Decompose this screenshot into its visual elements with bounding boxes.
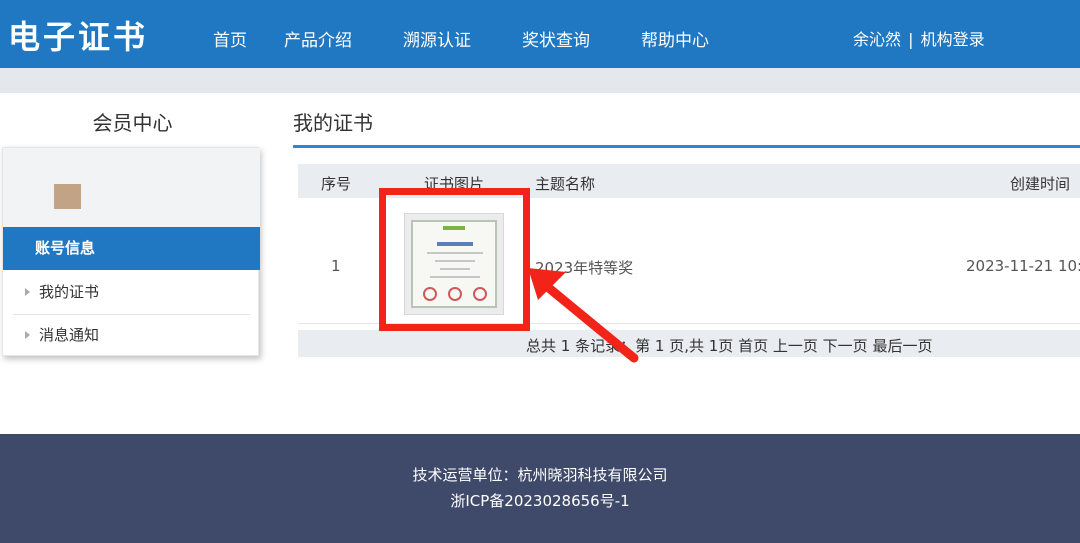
- user-name-link[interactable]: 余沁然: [853, 30, 901, 49]
- pager-prev-link[interactable]: 上一页: [773, 337, 818, 355]
- pager-next-link[interactable]: 下一页: [823, 337, 868, 355]
- user-area: 余沁然 | 机构登录: [853, 26, 985, 50]
- top-nav-bar: 电子证书 首页 产品介绍 溯源认证 奖状查询 帮助中心 余沁然 | 机构登录: [0, 0, 1080, 68]
- sidebar-title: 会员中心: [92, 111, 173, 135]
- nav-trace-auth[interactable]: 溯源认证: [403, 26, 471, 51]
- column-header-index: 序号: [321, 175, 352, 193]
- sidebar-item-notifications[interactable]: 消息通知: [3, 314, 260, 357]
- footer-operator: 技术运营单位：杭州晓羽科技有限公司: [412, 466, 668, 484]
- triangle-right-icon: [25, 288, 30, 296]
- row-index: 1: [331, 257, 341, 275]
- sidebar-panel: 账号信息 我的证书 消息通知: [2, 147, 260, 357]
- column-header-created: 创建时间: [1010, 175, 1071, 193]
- pagination-bar: 总共 1 条记录：第 1 页,共 1页 首页 上一页 下一页 最后一页: [298, 330, 1080, 357]
- sidebar-item-account-info[interactable]: 账号信息: [3, 227, 260, 270]
- page-title: 我的证书: [293, 111, 373, 135]
- nav-help-center[interactable]: 帮助中心: [641, 26, 709, 51]
- footer-icp-link[interactable]: 浙ICP备2023028656号-1: [0, 490, 1080, 511]
- title-underline: [293, 145, 1080, 148]
- nav-home[interactable]: 首页: [213, 26, 247, 51]
- sidebar-item-my-certificates[interactable]: 我的证书: [3, 271, 260, 314]
- column-header-topic: 主题名称: [535, 175, 596, 193]
- pager-first-link[interactable]: 首页: [738, 337, 768, 355]
- org-login-link[interactable]: 机构登录: [921, 30, 985, 49]
- nav-product-intro[interactable]: 产品介绍: [284, 26, 352, 51]
- site-logo[interactable]: 电子证书: [8, 12, 148, 58]
- footer: 技术运营单位：杭州晓羽科技有限公司 浙ICP备2023028656号-1: [0, 434, 1080, 543]
- triangle-right-icon: [25, 331, 30, 339]
- avatar[interactable]: [54, 184, 81, 209]
- header-divider-strip: [0, 68, 1080, 93]
- nav-award-query[interactable]: 奖状查询: [522, 26, 590, 51]
- avatar-area: [3, 148, 260, 227]
- user-separator: |: [908, 30, 914, 49]
- sidebar-item-label: 消息通知: [39, 326, 100, 344]
- row-created-time: 2023-11-21 10:5: [966, 257, 1080, 275]
- arrow-annotation-icon: [528, 268, 639, 363]
- pager-last-link[interactable]: 最后一页: [872, 337, 932, 355]
- sidebar-item-label: 我的证书: [39, 283, 100, 301]
- highlight-annotation-box: [379, 188, 530, 331]
